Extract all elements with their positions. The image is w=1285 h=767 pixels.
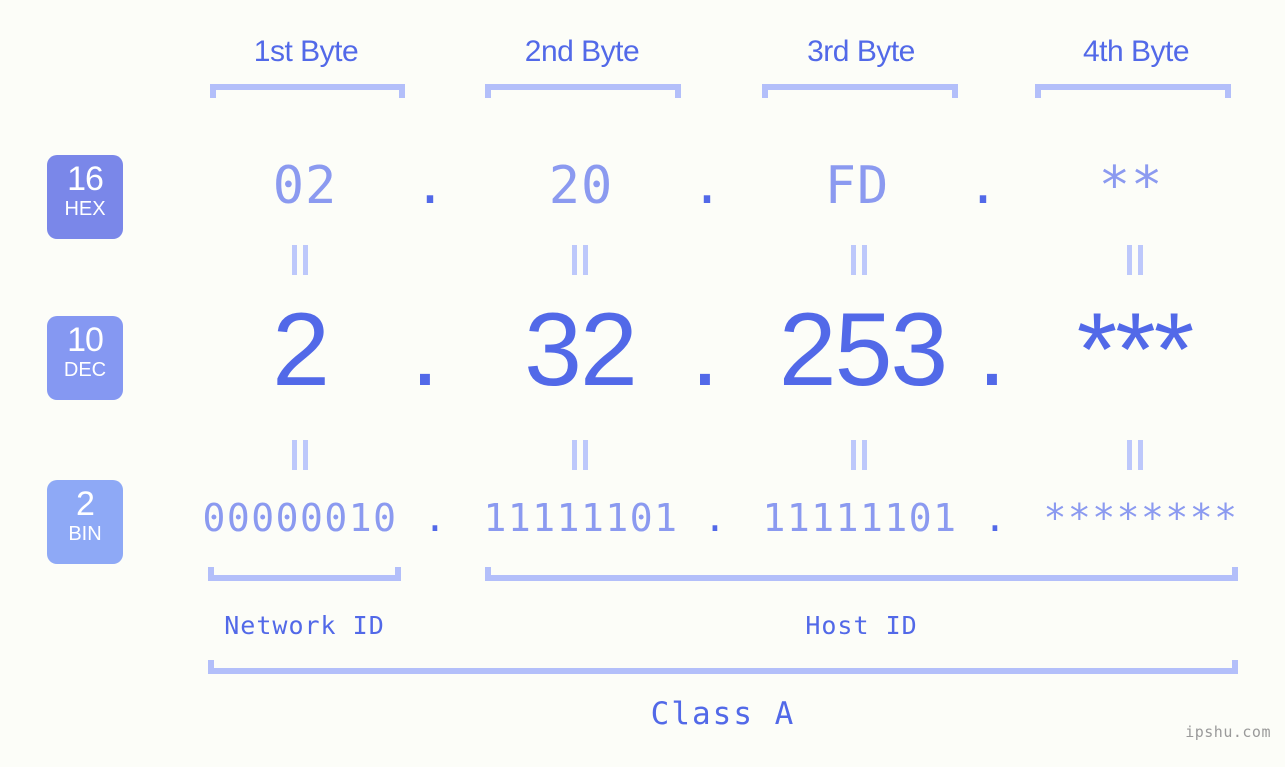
hex-byte-2: 20 (548, 156, 614, 216)
site-watermark: ipshu.com (1185, 723, 1271, 741)
bin-value-row: 00000010 . 11111101 . 11111101 . *******… (150, 492, 1285, 552)
dec-byte-1: 2 (272, 292, 330, 408)
bin-byte-4: ******** (1043, 496, 1239, 540)
byte-bracket-3 (762, 84, 958, 98)
hex-separator-3: . (967, 156, 999, 216)
hex-byte-1: 02 (272, 156, 338, 216)
bin-byte-2: 11111101 (483, 496, 679, 540)
equals-icon-dec-bin-2 (569, 440, 591, 470)
dec-value-row: 2 . 32 . 253 . *** (150, 295, 1285, 415)
bin-byte-3: 11111101 (762, 496, 958, 540)
dec-byte-3: 253 (778, 292, 949, 408)
hex-byte-4: ** (1098, 156, 1164, 216)
byte-bracket-1 (210, 84, 405, 98)
bin-separator-3: . (983, 496, 1007, 540)
base-badge-bin-number: 2 (76, 485, 95, 523)
host-id-bracket (485, 567, 1238, 581)
base-badge-hex[interactable]: 16 HEX (47, 155, 123, 239)
base-badge-hex-number: 16 (67, 160, 104, 198)
hex-separator-2: . (691, 156, 723, 216)
base-badge-bin[interactable]: 2 BIN (47, 480, 123, 564)
bin-byte-1: 00000010 (202, 496, 398, 540)
base-badge-hex-label: HEX (64, 198, 106, 220)
equals-icon-dec-bin-3 (848, 440, 870, 470)
byte-header-3: 3rd Byte (807, 35, 915, 68)
byte-header-4: 4th Byte (1082, 35, 1190, 68)
network-id-bracket (208, 567, 401, 581)
base-badge-dec-number: 10 (67, 321, 104, 359)
dec-separator-3: . (977, 292, 1007, 408)
dec-separator-1: . (410, 292, 440, 408)
equals-icon-dec-bin-4 (1124, 440, 1146, 470)
equals-icon-hex-dec-3 (848, 245, 870, 275)
base-badge-dec[interactable]: 10 DEC (47, 316, 123, 400)
base-badge-bin-label: BIN (68, 523, 102, 545)
bin-separator-2: . (703, 496, 727, 540)
dec-byte-2: 32 (524, 292, 638, 408)
hex-byte-3: FD (824, 156, 890, 216)
class-bracket (208, 660, 1238, 674)
base-badge-dec-label: DEC (63, 359, 107, 381)
dec-byte-4: *** (1076, 292, 1194, 408)
bin-separator-1: . (423, 496, 447, 540)
ip-address-breakdown-diagram: 1st Byte 2nd Byte 3rd Byte 4th Byte 16 H… (0, 0, 1285, 767)
dec-separator-2: . (690, 292, 720, 408)
byte-header-2: 2nd Byte (524, 35, 640, 68)
equals-icon-hex-dec-4 (1124, 245, 1146, 275)
equals-icon-dec-bin-1 (289, 440, 311, 470)
class-label: Class A (650, 696, 796, 732)
byte-bracket-2 (485, 84, 681, 98)
hex-separator-1: . (414, 156, 446, 216)
byte-bracket-4 (1035, 84, 1231, 98)
hex-value-row: 02 . 20 . FD . ** (150, 150, 1285, 230)
byte-header-1: 1st Byte (253, 35, 359, 68)
equals-icon-hex-dec-1 (289, 245, 311, 275)
host-id-label: Host ID (805, 611, 918, 640)
equals-icon-hex-dec-2 (569, 245, 591, 275)
network-id-label: Network ID (224, 611, 385, 640)
